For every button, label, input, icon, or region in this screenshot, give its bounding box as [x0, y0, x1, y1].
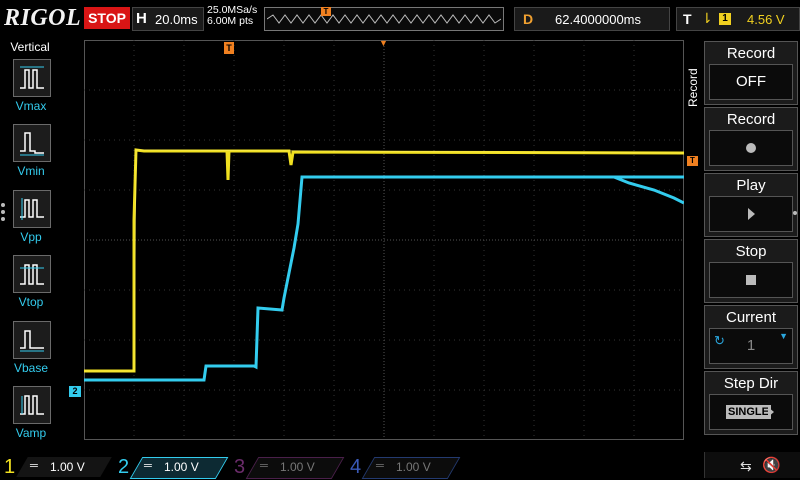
vbase-button[interactable] [13, 321, 51, 359]
dc-coupling-icon: ═ [260, 460, 268, 472]
memory-trigger-marker: T [321, 7, 331, 16]
current-frame-value: 1 [746, 337, 756, 354]
stop-softkey[interactable]: Stop [704, 239, 798, 303]
softkey-value-box [709, 196, 793, 232]
softkey-title: Step Dir [723, 375, 779, 392]
channel-4-tab[interactable]: 4 ═ 1.00 V [346, 454, 461, 480]
softkey-value-box: ↻ ▼ 1 [709, 328, 793, 364]
trigger-level-marker[interactable]: T [687, 156, 698, 166]
memory-waveform-icon [267, 14, 501, 24]
play-arrow-icon [768, 407, 774, 417]
play-softkey[interactable]: Play [704, 173, 798, 237]
run-stop-badge[interactable]: STOP [84, 7, 130, 29]
falling-edge-icon: ⇂ [701, 10, 713, 26]
dc-coupling-icon: ═ [144, 460, 152, 472]
play-icon [748, 208, 755, 220]
softkey-title: Record [726, 111, 776, 128]
stop-square-icon [746, 275, 756, 285]
vpp-icon [20, 198, 44, 220]
record-dot-icon [746, 143, 756, 153]
vamp-label: Vamp [15, 426, 47, 440]
delay-label: D [523, 11, 534, 27]
record-start-softkey[interactable]: Record [704, 107, 798, 171]
vpp-button[interactable] [13, 190, 51, 228]
channel-3-number: 3 [234, 456, 246, 478]
trigger-box[interactable]: T ⇂ 1 4.56 V [676, 7, 800, 31]
channel-4-number: 4 [350, 456, 362, 478]
softkey-title: Play [736, 177, 766, 194]
waveform-display[interactable] [84, 40, 684, 440]
vpp-label: Vpp [20, 230, 42, 244]
dc-coupling-icon: ═ [30, 460, 38, 472]
channel-2-number: 2 [118, 456, 130, 478]
vamp-icon [20, 395, 44, 415]
record-menu-title: Record [686, 68, 700, 108]
channel-1-scale: 1.00 V [50, 460, 85, 474]
vtop-label: Vtop [18, 295, 44, 309]
channel-1-number: 1 [4, 456, 16, 478]
ch2-offset-marker[interactable]: 2 [69, 386, 81, 397]
vmin-label: Vmin [17, 164, 45, 178]
delay-box[interactable]: D 62.4000000ms [514, 7, 670, 31]
acquisition-info: 25.0MSa/s 6.00M pts [207, 5, 257, 27]
softkey-value-box: OFF [709, 64, 793, 100]
right-scroll-dots[interactable] [792, 208, 798, 215]
trigger-level-value: 4.56 V [747, 12, 785, 27]
current-frame-softkey[interactable]: Current ↻ ▼ 1 [704, 305, 798, 369]
horizontal-label: H [136, 10, 147, 27]
waveform-grid [84, 40, 684, 440]
measure-panel-title: Vertical [10, 40, 50, 54]
dc-coupling-icon: ═ [376, 460, 384, 472]
memory-overview-bar[interactable]: T [264, 7, 504, 31]
record-mode-softkey[interactable]: Record OFF [704, 41, 798, 105]
vmax-icon [20, 66, 44, 89]
vtop-button[interactable] [13, 255, 51, 293]
softkey-value-box [709, 262, 793, 298]
vmax-label: Vmax [15, 99, 47, 113]
screen-center-marker-icon: ▼ [379, 38, 388, 48]
vbase-icon [20, 330, 44, 352]
top-status-bar: RIGOL STOP H 20.0ms 25.0MSa/s 6.00M pts … [0, 0, 800, 36]
trigger-position-marker[interactable]: T [224, 42, 234, 54]
delay-value: 62.4000000ms [555, 12, 642, 27]
channel-2-scale: 1.00 V [164, 460, 199, 474]
channel-4-scale: 1.00 V [396, 460, 431, 474]
step-dir-softkey[interactable]: Step Dir SINGLE [704, 371, 798, 435]
softkey-title: Stop [735, 243, 767, 260]
vtop-icon [20, 264, 44, 285]
channel-1-tab[interactable]: 1 ═ 1.00 V [0, 454, 112, 480]
record-mode-value: OFF [736, 73, 766, 90]
softkey-value-box [709, 130, 793, 166]
trigger-label: T [683, 11, 692, 27]
rigol-logo: RIGOL [4, 5, 82, 31]
vmin-button[interactable] [13, 124, 51, 162]
channel-2-tab[interactable]: 2 ═ 1.00 V [114, 454, 229, 480]
usb-icon: ⇆ [740, 458, 752, 474]
horizontal-scale-box[interactable]: H 20.0ms [132, 7, 204, 31]
memory-depth: 6.00M pts [207, 15, 254, 27]
vmin-icon [20, 132, 44, 156]
step-dir-value: SINGLE [726, 405, 771, 419]
vmax-button[interactable] [13, 59, 51, 97]
softkey-value-box: SINGLE [709, 394, 793, 430]
softkey-title: Current [725, 309, 777, 326]
channel-3-tab[interactable]: 3 ═ 1.00 V [230, 454, 345, 480]
left-scroll-dots[interactable] [0, 200, 6, 221]
trigger-source-badge: 1 [719, 13, 731, 25]
vbase-label: Vbase [13, 361, 49, 375]
vamp-button[interactable] [13, 386, 51, 424]
channel-3-scale: 1.00 V [280, 460, 315, 474]
horizontal-scale-value: 20.0ms [155, 12, 198, 27]
menu-area[interactable] [704, 452, 800, 478]
softkey-title: Record [726, 45, 776, 62]
speaker-muted-icon[interactable]: 🔇 [762, 456, 781, 474]
